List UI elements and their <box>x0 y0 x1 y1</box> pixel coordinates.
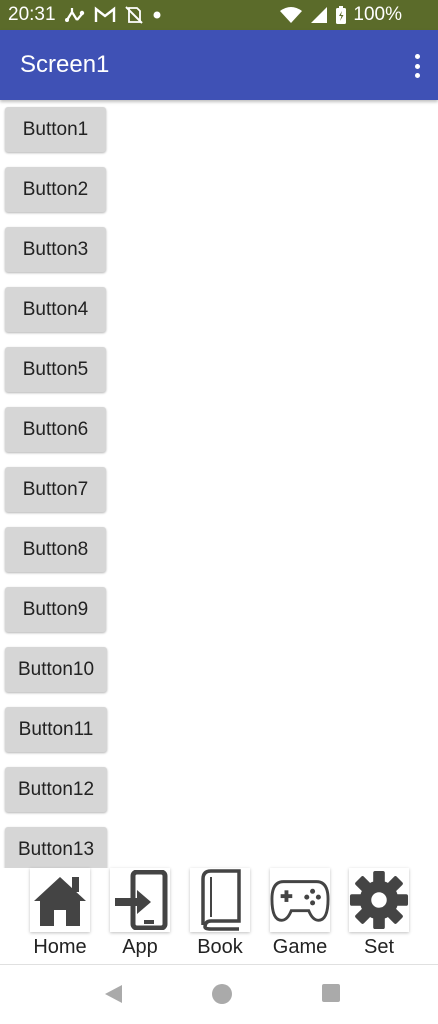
button-12[interactable]: Button12 <box>5 767 107 812</box>
back-icon[interactable] <box>102 983 124 1005</box>
nav-label-set: Set <box>363 936 395 958</box>
app-enter-icon <box>115 870 168 930</box>
overflow-menu-icon[interactable] <box>412 54 422 78</box>
gear-icon <box>349 870 409 930</box>
recents-icon[interactable] <box>321 983 341 1003</box>
nav-item-book[interactable]: Book <box>180 868 260 964</box>
nav-item-set[interactable]: Set <box>339 868 419 964</box>
nav-label-home: Home <box>33 936 87 958</box>
page-title: Screen1 <box>20 51 110 78</box>
nav-item-app[interactable]: App <box>100 868 180 964</box>
button-8[interactable]: Button8 <box>5 527 106 572</box>
battery-level: 100% <box>353 4 402 25</box>
button-2[interactable]: Button2 <box>5 167 106 212</box>
bottom-nav: Home App Book Game Set <box>0 868 438 965</box>
status-bar: 20:31 100% <box>0 0 438 30</box>
button-4[interactable]: Button4 <box>5 287 106 332</box>
gmail-icon <box>94 6 116 24</box>
button-3[interactable]: Button3 <box>5 227 106 272</box>
button-5[interactable]: Button5 <box>5 347 106 392</box>
notification-dot-icon <box>152 10 162 20</box>
button-6[interactable]: Button6 <box>5 407 106 452</box>
home-circle-icon[interactable] <box>211 983 233 1005</box>
button-13[interactable]: Button13 <box>5 827 107 868</box>
gamepad-icon <box>270 880 330 922</box>
book-icon <box>201 869 241 931</box>
nav-label-game: Game <box>272 936 328 958</box>
signal-icon <box>309 6 329 24</box>
button-10[interactable]: Button10 <box>5 647 107 692</box>
usb-debug-icon <box>64 6 86 24</box>
system-nav-bar <box>0 965 438 1024</box>
wifi-icon <box>279 6 303 24</box>
button-list: Button1 Button2 Button3 Button4 Button5 … <box>0 100 438 868</box>
nav-item-game[interactable]: Game <box>260 868 340 964</box>
button-9[interactable]: Button9 <box>5 587 106 632</box>
home-icon <box>34 877 86 926</box>
button-1[interactable]: Button1 <box>5 107 106 152</box>
button-7[interactable]: Button7 <box>5 467 106 512</box>
nav-label-app: App <box>122 936 158 958</box>
no-sim-icon <box>124 5 144 25</box>
nav-label-book: Book <box>197 936 243 958</box>
status-time: 20:31 <box>8 4 56 25</box>
nav-item-home[interactable]: Home <box>20 868 100 964</box>
battery-charging-icon <box>335 5 347 25</box>
app-bar: Screen1 <box>0 30 438 100</box>
button-11[interactable]: Button11 <box>5 707 107 752</box>
